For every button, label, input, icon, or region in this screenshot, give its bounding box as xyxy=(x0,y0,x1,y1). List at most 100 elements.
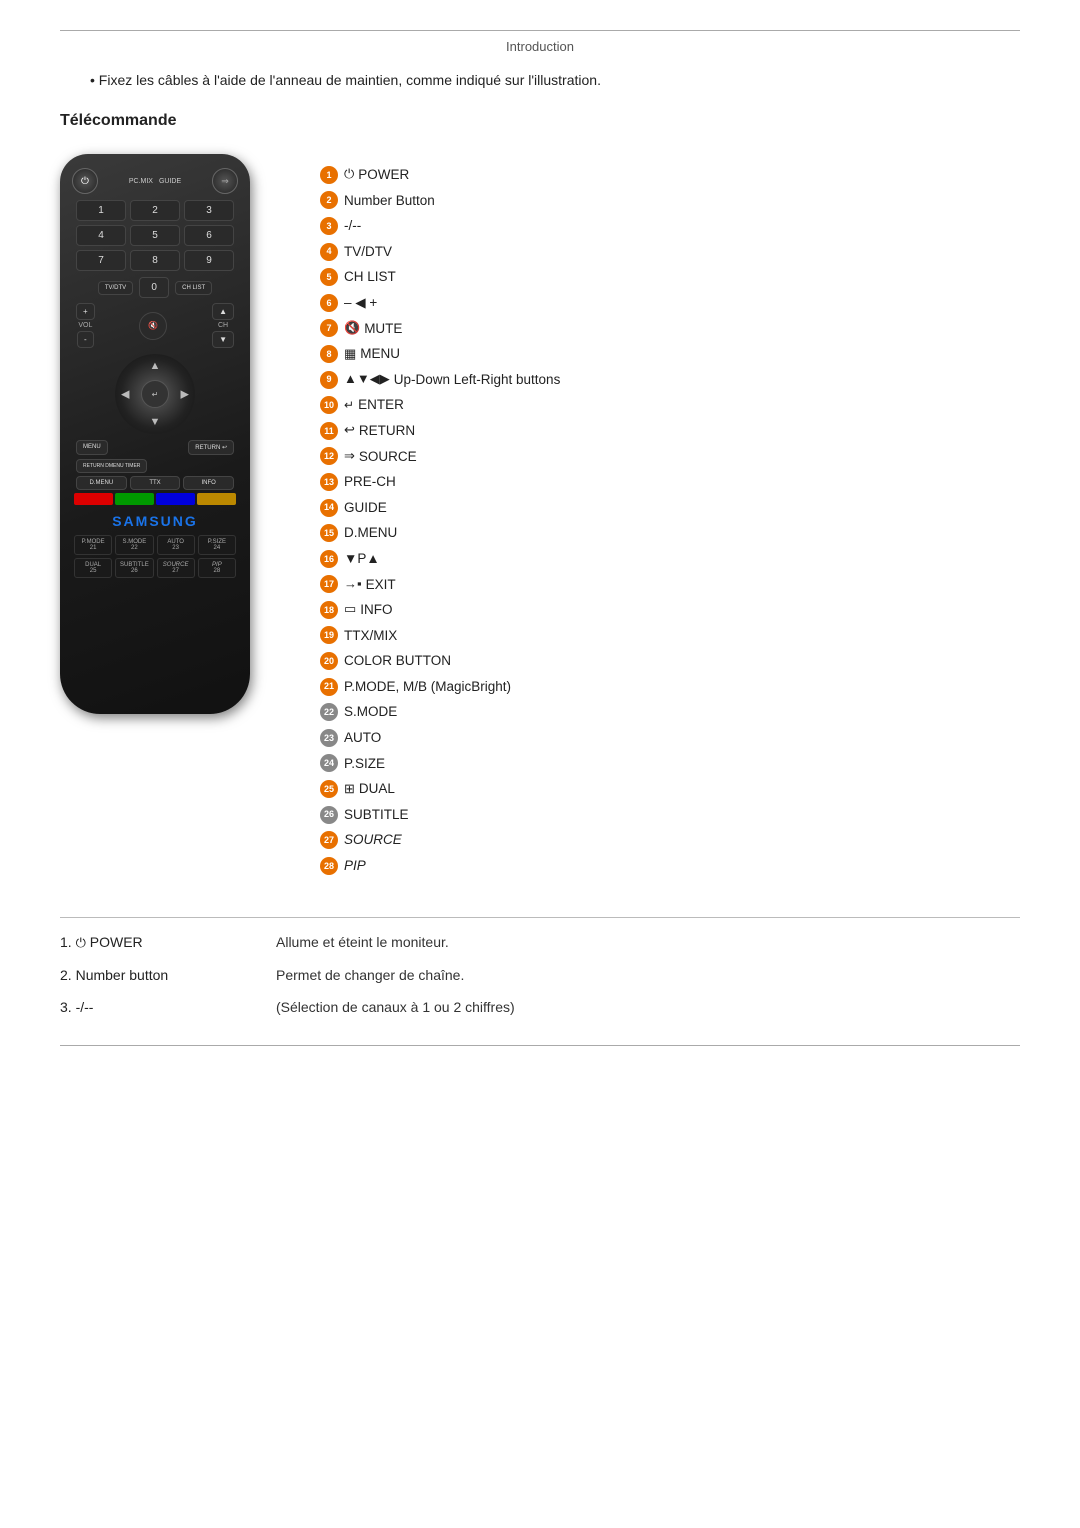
desc-text-2: Permet de changer de chaîne. xyxy=(276,967,464,983)
btn-7[interactable]: 7 xyxy=(76,250,126,271)
btn-return[interactable]: RETURN ↩ xyxy=(188,440,234,455)
btn-auto[interactable]: AUTO23 xyxy=(157,535,195,555)
legend-text-17: EXIT xyxy=(366,574,396,596)
legend-text-1: POWER xyxy=(358,164,409,186)
btn-menu[interactable]: MENU xyxy=(76,440,108,455)
nav-up-arrow: ▲ xyxy=(150,360,161,372)
btn-dual[interactable]: DUAL25 xyxy=(74,558,112,578)
desc-text-1: Allume et éteint le moniteur. xyxy=(276,934,449,950)
btn-ch-up[interactable]: ▲ xyxy=(212,303,234,320)
desc-row-2: 2. Number button Permet de changer de ch… xyxy=(60,967,1020,983)
return-symbol: ↩ xyxy=(344,420,355,441)
legend-text-26: SUBTITLE xyxy=(344,804,409,826)
badge-25: 25 xyxy=(320,780,338,798)
legend-list: 1 ⏻ POWER 2 Number Button 3 -/-- 4 TV/DT… xyxy=(320,154,1020,877)
legend-text-6: – ◀ + xyxy=(344,292,377,314)
btn-info[interactable]: INFO xyxy=(183,476,234,490)
btn-4[interactable]: 4 xyxy=(76,225,126,246)
info-symbol: ▭ xyxy=(344,599,356,620)
desc-label-num-2: 2. xyxy=(60,967,72,983)
btn-vol-up[interactable]: + xyxy=(76,303,95,320)
power-symbol-1: ⏻ xyxy=(344,164,354,185)
remote-top-row: ⏻ PC.MIX GUIDE ⇒ xyxy=(72,168,238,194)
legend-item-4: 4 TV/DTV xyxy=(320,241,1020,263)
badge-8: 8 xyxy=(320,345,338,363)
legend-text-12: SOURCE xyxy=(359,446,417,468)
nav-enter-btn[interactable]: ↵ xyxy=(141,380,169,408)
dual-symbol: ⊞ xyxy=(344,779,355,800)
badge-11: 11 xyxy=(320,422,338,440)
remote-section: ⏻ PC.MIX GUIDE ⇒ 1 2 3 xyxy=(60,154,1020,877)
intro-text: Fixez les câbles à l'aide de l'anneau de… xyxy=(99,72,601,88)
legend-text-5: CH LIST xyxy=(344,266,396,288)
badge-12: 12 xyxy=(320,447,338,465)
legend-text-9: Up-Down Left-Right buttons xyxy=(394,369,561,391)
btn-tvdtv[interactable]: TV/DTV xyxy=(98,281,133,295)
btn-dmenu[interactable]: D.MENU xyxy=(76,476,127,490)
enter-symbol: ↵ xyxy=(344,396,354,415)
desc-label-3: 3. -/-- xyxy=(60,999,260,1015)
legend-item-16: 16 ▼P▲ xyxy=(320,548,1020,570)
ch-label: CH xyxy=(218,322,228,329)
btn-mute[interactable]: 🔇 xyxy=(139,312,167,340)
btn-9[interactable]: 9 xyxy=(184,250,234,271)
nav-left-arrow: ◀ xyxy=(121,388,129,401)
remote-power-btn[interactable]: ⏻ xyxy=(72,168,98,194)
legend-item-12: 12 ⇒ SOURCE xyxy=(320,446,1020,468)
color-btn-green[interactable] xyxy=(115,493,154,505)
btn-6[interactable]: 6 xyxy=(184,225,234,246)
btn-8[interactable]: 8 xyxy=(130,250,180,271)
btn-1[interactable]: 1 xyxy=(76,200,126,221)
btn-subtitle[interactable]: SUBTITLE26 xyxy=(115,558,153,578)
intro-bullet: • Fixez les câbles à l'aide de l'anneau … xyxy=(90,72,1020,88)
btn-psize[interactable]: P.SIZE24 xyxy=(198,535,236,555)
source-symbol: ⇒ xyxy=(344,446,355,467)
legend-item-13: 13 PRE-CH xyxy=(320,471,1020,493)
btn-5[interactable]: 5 xyxy=(130,225,180,246)
btn-ttx[interactable]: TTX xyxy=(130,476,181,490)
btn-3[interactable]: 3 xyxy=(184,200,234,221)
btn-guide[interactable]: RETURN DMENU TIMER xyxy=(76,459,147,473)
color-btn-blue[interactable] xyxy=(156,493,195,505)
desc-row-1: 1. ⏻ POWER Allume et éteint le moniteur. xyxy=(60,934,1020,951)
legend-item-6: 6 – ◀ + xyxy=(320,292,1020,314)
btn-vol-down[interactable]: - xyxy=(77,331,94,348)
btn-smode[interactable]: S.MODE22 xyxy=(115,535,153,555)
power-icon-btn: ⏻ xyxy=(81,176,89,187)
num-grid-top: 1 2 3 4 5 6 7 8 9 xyxy=(76,200,234,271)
top-border xyxy=(60,30,1020,31)
enter-icon: ↵ xyxy=(152,390,159,399)
legend-item-17: 17 →▪ EXIT xyxy=(320,574,1020,596)
power-icon-desc: ⏻ xyxy=(76,935,86,950)
color-btn-red[interactable] xyxy=(74,493,113,505)
remote-labels: PC.MIX GUIDE xyxy=(129,178,181,185)
remote-source-btn[interactable]: ⇒ xyxy=(212,168,238,194)
samsung-brand: SAMSUNG xyxy=(72,513,238,529)
legend-item-27: 27 SOURCE xyxy=(320,829,1020,851)
legend-text-8: MENU xyxy=(360,343,400,365)
nav-right-arrow: ▶ xyxy=(181,388,189,401)
legend-item-26: 26 SUBTITLE xyxy=(320,804,1020,826)
btn-pmode[interactable]: P.MODE21 xyxy=(74,535,112,555)
legend-item-20: 20 COLOR BUTTON xyxy=(320,650,1020,672)
legend-text-18: INFO xyxy=(360,599,392,621)
btn-2[interactable]: 2 xyxy=(130,200,180,221)
legend-item-10: 10 ↵ ENTER xyxy=(320,394,1020,416)
btn-chlist[interactable]: CH LIST xyxy=(175,281,212,295)
color-btn-yellow[interactable] xyxy=(197,493,236,505)
btn-ch-down[interactable]: ▼ xyxy=(212,331,234,348)
menu-symbol: ▦ xyxy=(344,344,356,365)
legend-item-19: 19 TTX/MIX xyxy=(320,625,1020,647)
page-header: Introduction xyxy=(60,39,1020,54)
legend-item-25: 25 ⊞ DUAL xyxy=(320,778,1020,800)
btn-pip[interactable]: PIP28 xyxy=(198,558,236,578)
btn-source2[interactable]: SOURCE27 xyxy=(157,558,195,578)
legend-text-2: Number Button xyxy=(344,190,435,212)
badge-28: 28 xyxy=(320,857,338,875)
nav-pad[interactable]: ▲ ▼ ◀ ▶ ↵ xyxy=(115,354,195,434)
btn-0[interactable]: 0 xyxy=(139,277,169,298)
badge-24: 24 xyxy=(320,754,338,772)
badge-1: 1 xyxy=(320,166,338,184)
nav-down-arrow: ▼ xyxy=(150,416,161,428)
badge-20: 20 xyxy=(320,652,338,670)
